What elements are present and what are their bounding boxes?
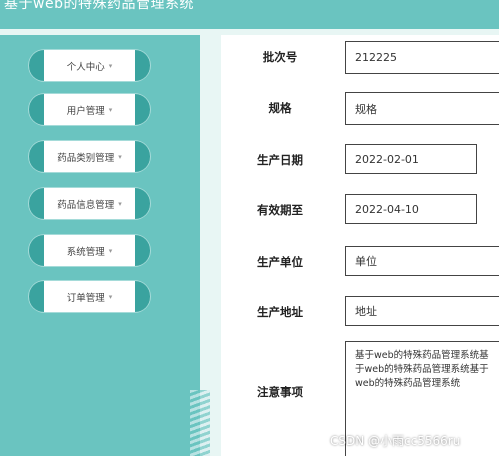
app-header: 基于web的特殊药品管理系统 [0, 0, 499, 29]
sidebar-item-user-management[interactable]: 用户管理 ▾ [29, 94, 150, 125]
sidebar-item-order-management[interactable]: 订单管理 ▾ [29, 281, 150, 312]
address-field[interactable]: 地址 [345, 296, 499, 326]
chevron-down-icon: ▾ [118, 199, 122, 208]
production-date-field[interactable]: 2022-02-01 [345, 144, 477, 174]
expiry-date-label: 有效期至 [257, 203, 303, 217]
chevron-down-icon: ▾ [108, 61, 113, 70]
sidebar-item-drug-info-management[interactable]: 药品信息管理 ▾ [29, 188, 150, 219]
sidebar-item-label: 系统管理 [66, 246, 105, 258]
spec-field[interactable]: 规格 [345, 92, 499, 125]
sidebar-item-personal-center[interactable]: 个人中心 ▾ [29, 50, 150, 81]
manufacturer-label: 生产单位 [257, 255, 303, 269]
drug-detail-form: 批次号 212225 规格 规格 生产日期 2022-02-01 有效期至 20… [221, 35, 499, 456]
sidebar-item-drug-category-management[interactable]: 药品类别管理 ▾ [29, 141, 150, 172]
sidebar-item-label: 用户管理 [66, 105, 105, 117]
spec-label: 规格 [268, 101, 292, 115]
manufacturer-field[interactable]: 单位 [345, 246, 499, 276]
chevron-down-icon: ▾ [108, 105, 113, 114]
production-date-label: 生产日期 [257, 153, 303, 167]
address-label: 生产地址 [257, 305, 303, 319]
chevron-down-icon: ▾ [118, 152, 122, 161]
watermark: CSDN @小雨cc5566ru [330, 434, 461, 448]
chevron-down-icon: ▾ [108, 246, 113, 255]
notes-label: 注意事项 [257, 385, 303, 399]
sidebar-item-system-management[interactable]: 系统管理 ▾ [29, 235, 150, 266]
sidebar: 个人中心 ▾ 用户管理 ▾ 药品类别管理 ▾ 药品信息管理 ▾ 系统管理 ▾ 订单管理 ▾ [0, 35, 200, 456]
decorative-stripes [190, 390, 210, 456]
sidebar-item-label: 个人中心 [66, 61, 105, 73]
app-title: 基于web的特殊药品管理系统 [4, 0, 194, 12]
batch-no-label: 批次号 [262, 50, 298, 64]
sidebar-item-label: 药品信息管理 [57, 199, 115, 211]
expiry-date-field[interactable]: 2022-04-10 [345, 194, 477, 224]
chevron-down-icon: ▾ [108, 292, 113, 301]
sidebar-item-label: 药品类别管理 [57, 152, 115, 164]
sidebar-item-label: 订单管理 [66, 292, 105, 304]
batch-no-field[interactable]: 212225 [345, 41, 499, 74]
